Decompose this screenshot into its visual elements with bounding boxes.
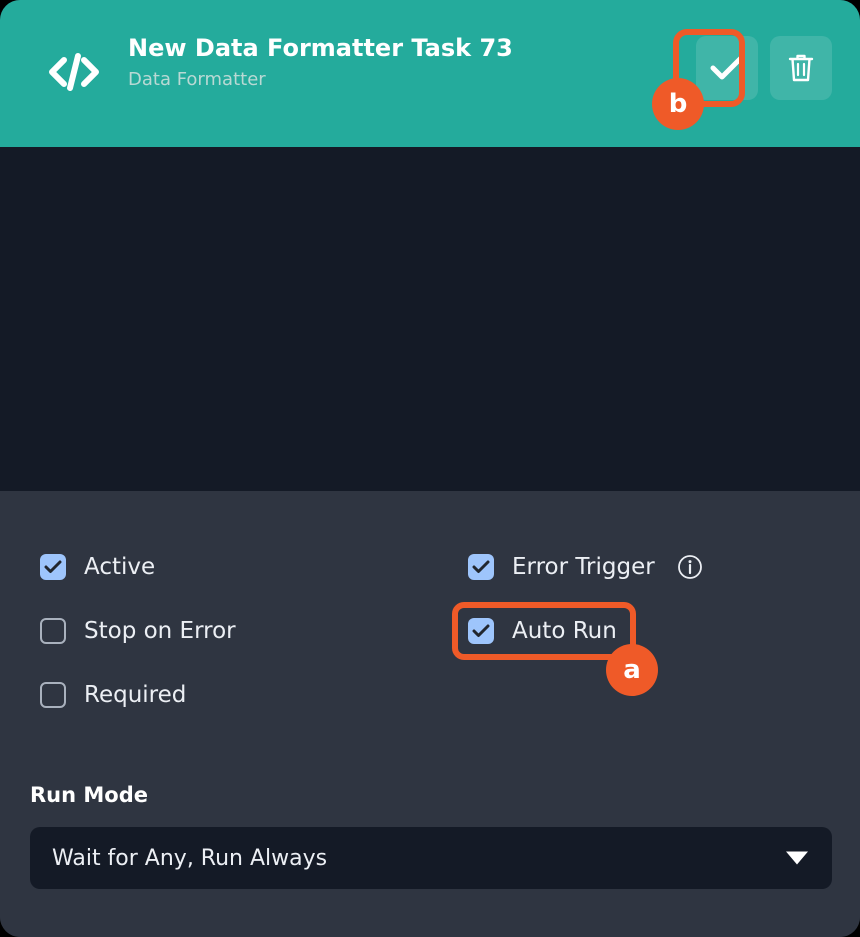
code-editor-area[interactable]: [0, 147, 860, 491]
header-text-block: New Data Formatter Task 73 Data Formatte…: [128, 33, 648, 93]
checkbox-required[interactable]: Required: [40, 675, 186, 715]
checkbox-active-label: Active: [84, 554, 156, 580]
checkbox-auto-run-box[interactable]: [468, 618, 494, 644]
run-mode-selected-value: Wait for Any, Run Always: [52, 845, 328, 871]
delete-button[interactable]: [770, 36, 832, 100]
confirm-button[interactable]: [696, 36, 758, 100]
checkbox-stop-on-error-box[interactable]: [40, 618, 66, 644]
task-header: New Data Formatter Task 73 Data Formatte…: [0, 0, 860, 147]
checkbox-auto-run[interactable]: Auto Run: [468, 611, 617, 651]
run-mode-select[interactable]: Wait for Any, Run Always: [30, 827, 832, 889]
checkbox-required-label: Required: [84, 682, 187, 708]
header-action-group: [696, 36, 832, 100]
checkbox-required-box[interactable]: [40, 682, 66, 708]
checkbox-stop-on-error-label: Stop on Error: [84, 618, 236, 644]
check-icon: [710, 55, 744, 81]
code-icon: [40, 42, 108, 102]
run-mode-label: Run Mode: [30, 783, 148, 807]
page-title: New Data Formatter Task 73: [128, 34, 513, 62]
checkbox-stop-on-error[interactable]: Stop on Error: [40, 611, 236, 651]
checkbox-active-box[interactable]: [40, 554, 66, 580]
task-editor-window: New Data Formatter Task 73 Data Formatte…: [0, 0, 860, 937]
checkbox-error-trigger-label: Error Trigger: [512, 554, 655, 580]
checkbox-error-trigger[interactable]: Error Trigger: [468, 547, 703, 587]
trash-icon: [787, 52, 815, 84]
checkbox-auto-run-label: Auto Run: [512, 618, 617, 644]
checkbox-active[interactable]: Active: [40, 547, 155, 587]
chevron-down-icon: [786, 851, 808, 865]
info-icon[interactable]: [677, 554, 703, 580]
checkbox-error-trigger-box[interactable]: [468, 554, 494, 580]
page-subtitle: Data Formatter: [128, 69, 266, 90]
options-panel: Active Stop on Error Required Error Trig…: [0, 491, 860, 937]
